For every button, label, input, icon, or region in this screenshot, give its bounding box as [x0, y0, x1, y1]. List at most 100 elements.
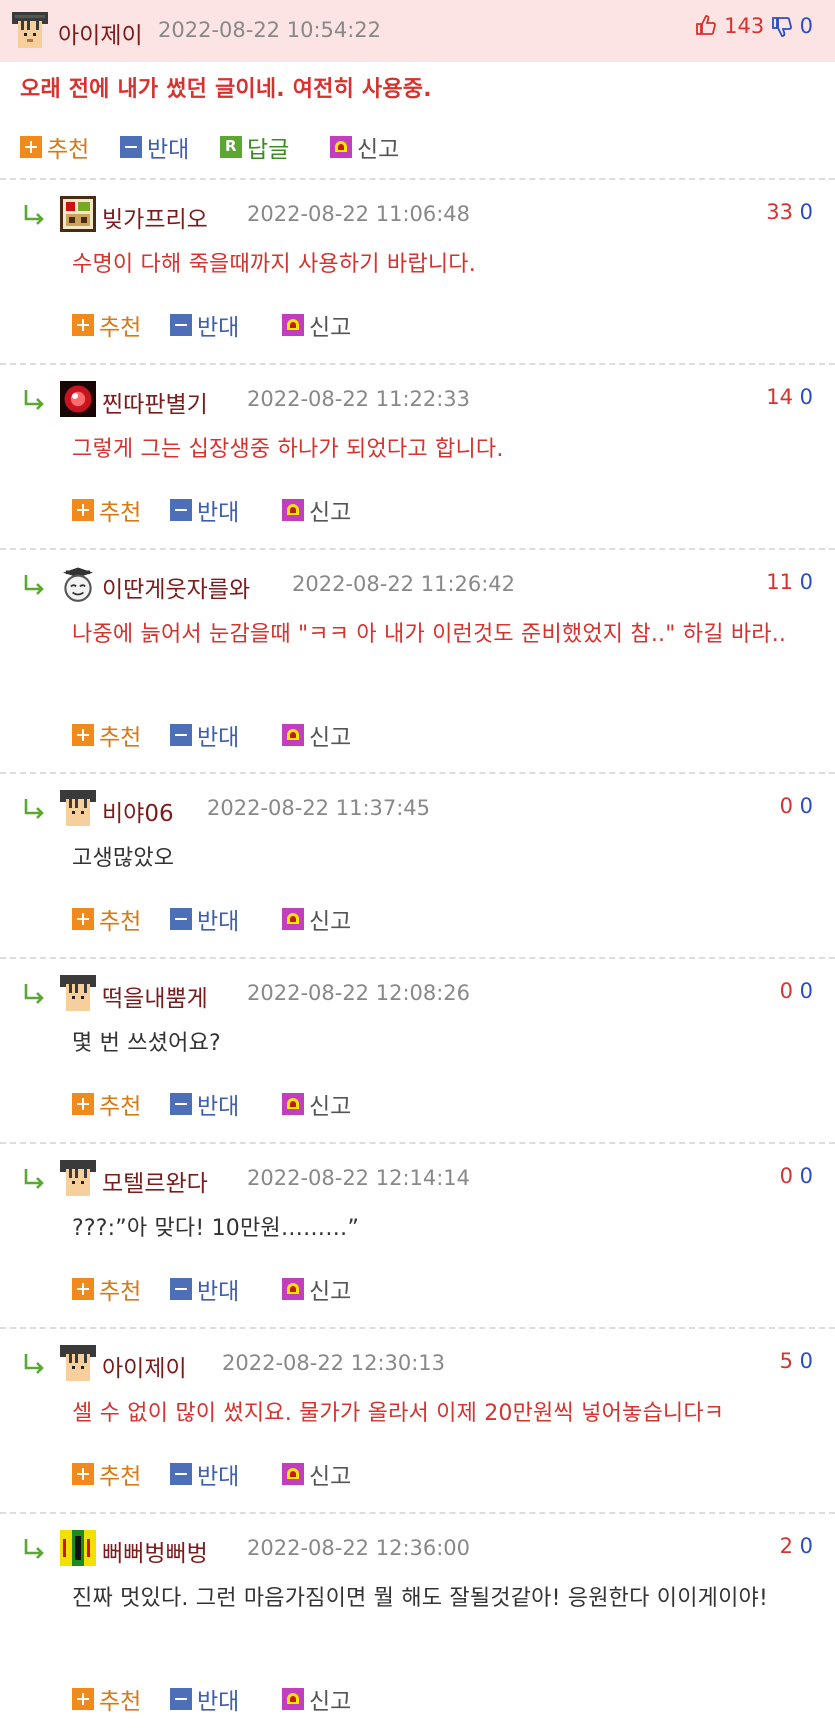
avatar[interactable] [60, 1345, 96, 1381]
downvote-count: 0 [799, 1164, 813, 1188]
reply-comment: 뻐뻐벙뻐벙 2022-08-22 12:36:00 2 0 진짜 멋있다. 그런… [0, 1514, 835, 1736]
comment-actions: 추천 반대 신고 [0, 892, 835, 948]
downvote-count: 0 [799, 570, 813, 594]
username[interactable]: 뻐뻐벙뻐벙 [102, 1534, 208, 1568]
plus-icon [72, 1093, 94, 1115]
recommend-label: 추천 [99, 315, 142, 341]
vote-counts: 2 0 [780, 1534, 813, 1558]
comment-body: ???:”아 맞다! 10만원………” [72, 1216, 360, 1241]
timestamp: 2022-08-22 11:22:33 [247, 387, 471, 411]
oppose-button[interactable]: 반대 [120, 130, 189, 164]
recommend-button[interactable]: 추천 [20, 130, 89, 164]
timestamp: 2022-08-22 12:30:13 [222, 1351, 446, 1375]
minus-icon [170, 1688, 192, 1710]
avatar[interactable] [60, 196, 96, 232]
avatar[interactable] [60, 381, 96, 417]
report-button[interactable]: 신고 [282, 718, 351, 752]
comment-body: 그렇게 그는 십장생중 하나가 되었다고 합니다. [72, 437, 504, 462]
oppose-button[interactable]: 반대 [170, 308, 239, 342]
oppose-label: 반대 [197, 1279, 240, 1305]
reply-button[interactable]: 답글 [220, 130, 289, 164]
oppose-label: 반대 [197, 725, 240, 751]
reply-icon [220, 136, 242, 158]
recommend-button[interactable]: 추천 [72, 308, 141, 342]
username[interactable]: 비야06 [102, 794, 174, 828]
oppose-button[interactable]: 반대 [170, 493, 239, 527]
upvote-count: 11 [766, 570, 793, 594]
username[interactable]: 아이제이 [58, 16, 143, 50]
upvote-count: 5 [779, 1349, 793, 1373]
comment-thread: 아이제이 2022-08-22 10:54:22 143 0 오래 전에 내가 … [0, 0, 835, 1736]
downvote-count: 0 [799, 1349, 813, 1373]
username[interactable]: 찐따판별기 [102, 385, 208, 419]
siren-icon [282, 908, 304, 930]
oppose-button[interactable]: 반대 [170, 1682, 239, 1716]
thumbs-down-icon[interactable] [771, 16, 793, 38]
recommend-button[interactable]: 추천 [72, 1457, 141, 1491]
recommend-label: 추천 [99, 725, 142, 751]
username[interactable]: 빚가프리오 [102, 200, 208, 234]
report-button[interactable]: 신고 [282, 493, 351, 527]
report-button[interactable]: 신고 [282, 1272, 351, 1306]
report-button[interactable]: 신고 [282, 1087, 351, 1121]
oppose-button[interactable]: 반대 [170, 718, 239, 752]
report-button[interactable]: 신고 [282, 902, 351, 936]
report-button[interactable]: 신고 [282, 1682, 351, 1716]
recommend-button[interactable]: 추천 [72, 718, 141, 752]
timestamp: 2022-08-22 11:26:42 [292, 572, 516, 596]
recommend-button[interactable]: 추천 [72, 493, 141, 527]
comment-body: 셀 수 없이 많이 썼지요. 물가가 올라서 이제 20만원씩 넣어놓습니다ㅋ [72, 1401, 725, 1426]
oppose-button[interactable]: 반대 [170, 902, 239, 936]
report-button[interactable]: 신고 [282, 1457, 351, 1491]
plus-icon [72, 499, 94, 521]
siren-icon [282, 1278, 304, 1300]
oppose-button[interactable]: 반대 [170, 1272, 239, 1306]
reply-label: 답글 [247, 137, 290, 163]
vote-counts: 143 0 [695, 14, 813, 38]
vote-counts: 0 0 [780, 794, 813, 818]
report-label: 신고 [309, 1094, 352, 1120]
avatar[interactable] [60, 1160, 96, 1196]
report-button[interactable]: 신고 [330, 130, 399, 164]
recommend-button[interactable]: 추천 [72, 1682, 141, 1716]
oppose-button[interactable]: 반대 [170, 1457, 239, 1491]
report-button[interactable]: 신고 [282, 308, 351, 342]
plus-icon [72, 908, 94, 930]
avatar[interactable] [60, 790, 96, 826]
recommend-button[interactable]: 추천 [72, 1272, 141, 1306]
minus-icon [120, 136, 142, 158]
recommend-button[interactable]: 추천 [72, 1087, 141, 1121]
timestamp: 2022-08-22 11:37:45 [207, 796, 431, 820]
comment-actions: 추천 반대 신고 [0, 483, 835, 539]
oppose-label: 반대 [147, 137, 190, 163]
reply-comment: 모텔르완다 2022-08-22 12:14:14 0 0 ???:”아 맞다!… [0, 1144, 835, 1329]
upvote-count: 0 [779, 1164, 793, 1188]
avatar[interactable] [60, 566, 96, 602]
oppose-label: 반대 [197, 1689, 240, 1715]
thumbs-up-icon[interactable] [695, 14, 717, 36]
report-label: 신고 [309, 315, 352, 341]
comment-actions: 추천 반대 신고 [0, 298, 835, 354]
username[interactable]: 이딴게웃자를와 [102, 570, 250, 604]
username[interactable]: 모텔르완다 [102, 1164, 208, 1198]
recommend-label: 추천 [99, 1464, 142, 1490]
report-label: 신고 [309, 725, 352, 751]
report-label: 신고 [357, 137, 400, 163]
avatar[interactable] [60, 975, 96, 1011]
oppose-button[interactable]: 반대 [170, 1087, 239, 1121]
minus-icon [170, 314, 192, 336]
reply-comment: 아이제이 2022-08-22 12:30:13 5 0 셀 수 없이 많이 썼… [0, 1329, 835, 1514]
upvote-count: 2 [779, 1534, 793, 1558]
avatar[interactable] [12, 12, 48, 48]
vote-counts: 5 0 [780, 1349, 813, 1373]
upvote-count: 14 [766, 385, 793, 409]
timestamp: 2022-08-22 12:36:00 [247, 1536, 471, 1560]
downvote-count: 0 [799, 385, 813, 409]
downvote-count: 0 [799, 794, 813, 818]
recommend-button[interactable]: 추천 [72, 902, 141, 936]
username[interactable]: 아이제이 [102, 1349, 187, 1383]
avatar[interactable] [60, 1530, 96, 1566]
username[interactable]: 떡을내뿜게 [102, 979, 208, 1013]
replies-list: 빚가프리오 2022-08-22 11:06:48 33 0 수명이 다해 죽을… [0, 180, 835, 1736]
oppose-label: 반대 [197, 315, 240, 341]
